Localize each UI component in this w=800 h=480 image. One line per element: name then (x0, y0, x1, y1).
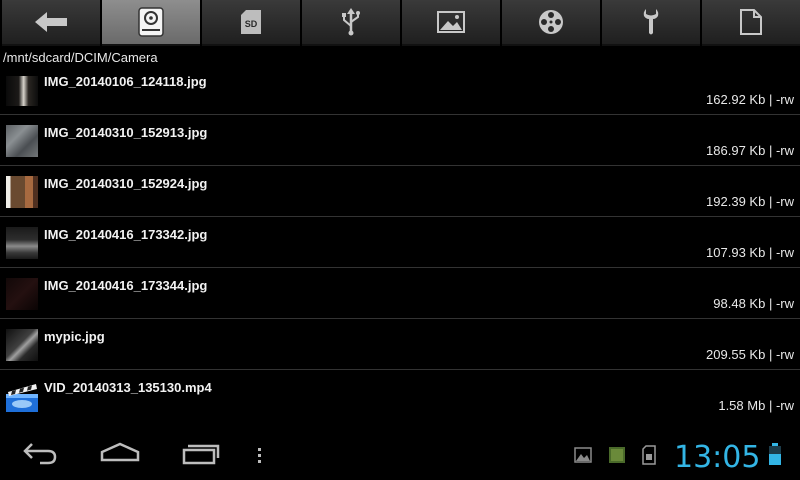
video-file-icon (6, 380, 38, 412)
sd-card-icon (642, 445, 656, 465)
file-permissions: | -rw (768, 245, 794, 260)
file-name: IMG_20140416_173344.jpg (44, 278, 208, 293)
image-thumbnail (6, 176, 38, 208)
pictures-button[interactable] (402, 0, 500, 46)
videos-button[interactable] (502, 0, 600, 46)
file-size: 162.92 Kb (706, 92, 766, 107)
back-button[interactable] (2, 0, 100, 46)
image-thumbnail (6, 227, 38, 259)
toolbar: SD (0, 0, 800, 46)
status-clock[interactable]: 13:05 (674, 440, 760, 475)
file-name: IMG_20140310_152913.jpg (44, 125, 208, 140)
picture-icon (437, 11, 465, 33)
battery-indicator[interactable] (768, 442, 782, 471)
image-thumbnail (6, 278, 38, 310)
file-permissions: | -rw (768, 398, 794, 413)
file-meta: 162.92 Kb | -rw (706, 92, 794, 107)
file-meta: 192.39 Kb | -rw (706, 194, 794, 209)
file-name: IMG_20140416_173342.jpg (44, 227, 208, 242)
file-permissions: | -rw (768, 92, 794, 107)
file-meta: 209.55 Kb | -rw (706, 347, 794, 362)
internal-storage-icon (138, 7, 164, 37)
file-row[interactable]: IMG_20140416_173344.jpg 98.48 Kb | -rw (0, 268, 800, 319)
document-button[interactable] (702, 0, 800, 46)
picture-icon (574, 447, 592, 463)
file-size: 1.58 Mb (718, 398, 766, 413)
current-path: /mnt/sdcard/DCIM/Camera (3, 50, 158, 65)
notification-sd-card[interactable] (642, 445, 656, 470)
image-thumbnail (6, 125, 38, 157)
usb-icon (342, 8, 360, 36)
file-size: 107.93 Kb (706, 245, 766, 260)
file-name: mypic.jpg (44, 329, 105, 344)
sd-card-button[interactable]: SD (202, 0, 300, 46)
film-reel-icon (539, 10, 563, 34)
file-meta: 107.93 Kb | -rw (706, 245, 794, 260)
image-thumbnail (6, 329, 38, 361)
file-row[interactable]: IMG_20140310_152913.jpg 186.97 Kb | -rw (0, 115, 800, 166)
file-list: IMG_20140106_124118.jpg 162.92 Kb | -rw … (0, 76, 800, 432)
menu-icon (258, 448, 261, 463)
file-meta: 1.58 Mb | -rw (718, 398, 794, 413)
app-icon (609, 447, 625, 463)
internal-storage-button[interactable] (102, 0, 200, 46)
home-icon (100, 442, 140, 462)
file-name: IMG_20140106_124118.jpg (44, 76, 207, 89)
nav-home-button[interactable] (100, 440, 140, 471)
file-permissions: | -rw (768, 347, 794, 362)
sd-card-label: SD (245, 19, 258, 29)
notification-picture[interactable] (574, 447, 592, 468)
usb-button[interactable] (302, 0, 400, 46)
file-row[interactable]: mypic.jpg 209.55 Kb | -rw (0, 319, 800, 370)
file-meta: 98.48 Kb | -rw (713, 296, 794, 311)
overflow-menu-button[interactable] (256, 446, 264, 469)
document-icon (740, 9, 762, 35)
wrench-icon (643, 9, 659, 35)
notification-app[interactable] (608, 446, 626, 469)
file-row[interactable]: VID_20140313_135130.mp4 1.58 Mb | -rw (0, 370, 800, 421)
file-row[interactable]: IMG_20140310_152924.jpg 192.39 Kb | -rw (0, 166, 800, 217)
file-permissions: | -rw (768, 296, 794, 311)
file-size: 186.97 Kb (706, 143, 766, 158)
battery-icon (769, 443, 781, 465)
file-permissions: | -rw (768, 194, 794, 209)
recent-apps-icon (182, 444, 220, 465)
file-name: IMG_20140310_152924.jpg (44, 176, 208, 191)
sd-card-icon: SD (241, 10, 261, 34)
file-name: VID_20140313_135130.mp4 (44, 380, 212, 395)
file-size: 98.48 Kb (713, 296, 766, 311)
file-meta: 186.97 Kb | -rw (706, 143, 794, 158)
file-permissions: | -rw (768, 143, 794, 158)
nav-recent-apps-button[interactable] (182, 440, 220, 471)
settings-button[interactable] (602, 0, 700, 46)
file-size: 209.55 Kb (706, 347, 766, 362)
back-icon (23, 443, 57, 465)
nav-back-button[interactable] (22, 440, 58, 471)
file-row[interactable]: IMG_20140106_124118.jpg 162.92 Kb | -rw (0, 76, 800, 115)
file-row[interactable]: IMG_20140416_173342.jpg 107.93 Kb | -rw (0, 217, 800, 268)
back-arrow-icon (35, 12, 67, 32)
file-size: 192.39 Kb (706, 194, 766, 209)
image-thumbnail (6, 76, 38, 106)
